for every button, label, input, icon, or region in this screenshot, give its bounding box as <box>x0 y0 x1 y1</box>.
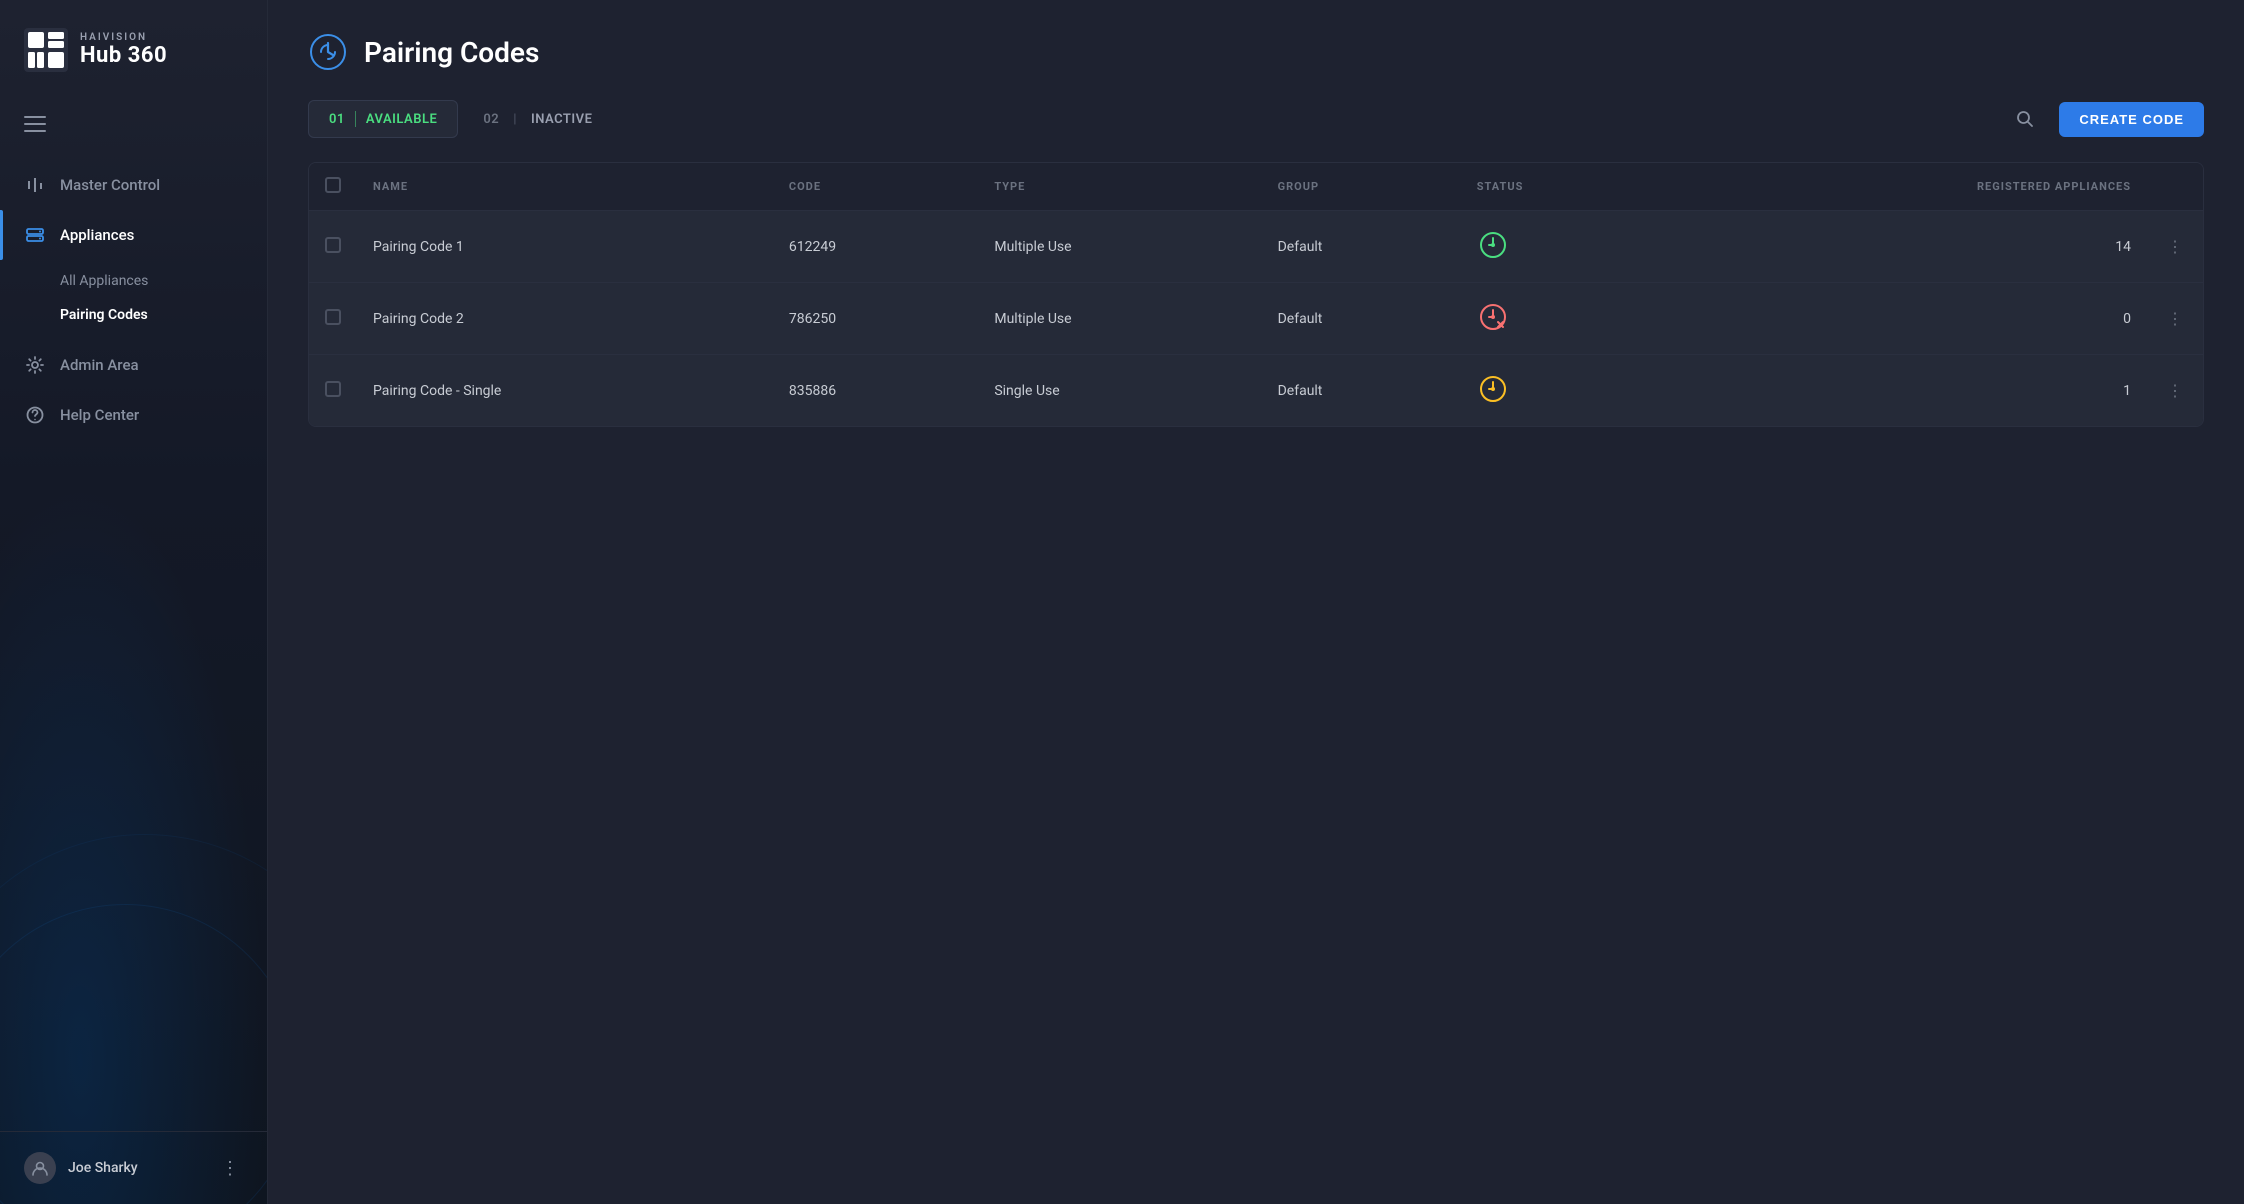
sidebar-item-master-control[interactable]: Master Control <box>0 160 267 210</box>
header-registered: REGISTERED APPLIANCES <box>1665 163 2147 211</box>
product-name: Hub 360 <box>80 43 167 68</box>
header-status: STATUS <box>1461 163 1665 211</box>
row1-type: Multiple Use <box>978 211 1261 283</box>
row3-name: Pairing Code - Single <box>357 355 773 427</box>
hamburger-button[interactable] <box>0 104 267 152</box>
row2-name: Pairing Code 2 <box>357 283 773 355</box>
row2-status-icon <box>1477 301 1509 333</box>
row3-checkbox-cell <box>309 355 357 427</box>
row1-registered: 14 <box>1665 211 2147 283</box>
header-actions-cell <box>2147 163 2203 211</box>
header-name: NAME <box>357 163 773 211</box>
header-code: CODE <box>773 163 978 211</box>
main-content: Pairing Codes 01 AVAILABLE 02 | INACTIVE <box>268 0 2244 1204</box>
row2-more-button[interactable]: ⋮ <box>2163 307 2187 331</box>
create-code-button[interactable]: CREATE CODE <box>2059 102 2204 137</box>
row3-code: 835886 <box>773 355 978 427</box>
table-container: NAME CODE TYPE GROUP STATUS REGISTERED A… <box>308 162 2204 427</box>
row1-more-button[interactable]: ⋮ <box>2163 235 2187 259</box>
tab-available-label: AVAILABLE <box>366 112 437 127</box>
sidebar-item-admin-area-label: Admin Area <box>60 356 139 374</box>
row3-more-button[interactable]: ⋮ <box>2163 379 2187 403</box>
row3-group: Default <box>1262 355 1461 427</box>
page-header-icon <box>308 32 348 72</box>
hamburger-icon <box>24 116 46 132</box>
row1-group: Default <box>1262 211 1461 283</box>
page-title: Pairing Codes <box>364 36 539 69</box>
row3-registered: 1 <box>1665 355 2147 427</box>
pairing-codes-table: NAME CODE TYPE GROUP STATUS REGISTERED A… <box>309 163 2203 426</box>
row1-checkbox[interactable] <box>325 237 341 253</box>
sidebar-item-help-center[interactable]: Help Center <box>0 390 267 440</box>
row2-actions-cell: ⋮ <box>2147 283 2203 355</box>
appliances-icon <box>24 224 46 246</box>
row3-type: Single Use <box>978 355 1261 427</box>
row3-actions-cell: ⋮ <box>2147 355 2203 427</box>
tab-available[interactable]: 01 AVAILABLE <box>308 100 458 138</box>
row1-actions-cell: ⋮ <box>2147 211 2203 283</box>
logo-area: HAIVISION Hub 360 <box>0 0 267 104</box>
row3-status-icon <box>1477 373 1509 405</box>
row3-status <box>1461 355 1665 427</box>
user-info: Joe Sharky <box>24 1152 138 1184</box>
logo-text: HAIVISION Hub 360 <box>80 32 167 68</box>
sidebar-footer: Joe Sharky ⋮ <box>0 1131 267 1204</box>
table-row: Pairing Code 2 786250 Multiple Use Defau… <box>309 283 2203 355</box>
row3-checkbox[interactable] <box>325 381 341 397</box>
sidebar-item-all-appliances[interactable]: All Appliances <box>0 264 267 298</box>
tabs: 01 AVAILABLE 02 | INACTIVE <box>308 100 613 138</box>
header-checkbox-cell <box>309 163 357 211</box>
user-name: Joe Sharky <box>68 1160 138 1176</box>
tab-available-divider <box>355 111 356 127</box>
header-type: TYPE <box>978 163 1261 211</box>
sidebar-item-admin-area[interactable]: Admin Area <box>0 340 267 390</box>
sidebar-item-appliances[interactable]: Appliances <box>0 210 267 260</box>
row2-checkbox[interactable] <box>325 309 341 325</box>
table-header: NAME CODE TYPE GROUP STATUS REGISTERED A… <box>309 163 2203 211</box>
row1-code: 612249 <box>773 211 978 283</box>
table-body: Pairing Code 1 612249 Multiple Use Defau… <box>309 211 2203 427</box>
select-all-checkbox[interactable] <box>325 177 341 193</box>
row2-registered: 0 <box>1665 283 2147 355</box>
sidebar-item-appliances-label: Appliances <box>60 226 134 244</box>
logo-icon <box>24 28 68 72</box>
user-menu-button[interactable]: ⋮ <box>217 1154 243 1183</box>
master-control-icon <box>24 174 46 196</box>
header-group: GROUP <box>1262 163 1461 211</box>
tab-available-num: 01 <box>329 112 345 127</box>
user-avatar <box>24 1152 56 1184</box>
nav-items: Master Control Appliances All Appliances… <box>0 152 267 1131</box>
row1-name: Pairing Code 1 <box>357 211 773 283</box>
brand-name: HAIVISION <box>80 32 167 43</box>
admin-icon <box>24 354 46 376</box>
row1-status-icon <box>1477 229 1509 261</box>
tabs-and-actions: 01 AVAILABLE 02 | INACTIVE CREATE CODE <box>268 100 2244 162</box>
help-icon <box>24 404 46 426</box>
row2-status <box>1461 283 1665 355</box>
page-header: Pairing Codes <box>268 0 2244 100</box>
sidebar: HAIVISION Hub 360 Master Control <box>0 0 268 1204</box>
actions: CREATE CODE <box>2007 101 2204 137</box>
tab-inactive[interactable]: 02 | INACTIVE <box>462 100 613 138</box>
tab-inactive-label: INACTIVE <box>531 112 592 127</box>
sidebar-item-master-control-label: Master Control <box>60 176 160 194</box>
sidebar-item-help-center-label: Help Center <box>60 406 139 424</box>
tab-inactive-num: 02 <box>483 112 499 127</box>
row1-checkbox-cell <box>309 211 357 283</box>
search-button[interactable] <box>2007 101 2043 137</box>
table-row: Pairing Code - Single 835886 Single Use … <box>309 355 2203 427</box>
row2-checkbox-cell <box>309 283 357 355</box>
row2-group: Default <box>1262 283 1461 355</box>
table-row: Pairing Code 1 612249 Multiple Use Defau… <box>309 211 2203 283</box>
sub-nav: All Appliances Pairing Codes <box>0 260 267 340</box>
row2-type: Multiple Use <box>978 283 1261 355</box>
sidebar-item-pairing-codes[interactable]: Pairing Codes <box>0 298 267 332</box>
row1-status <box>1461 211 1665 283</box>
row2-code: 786250 <box>773 283 978 355</box>
